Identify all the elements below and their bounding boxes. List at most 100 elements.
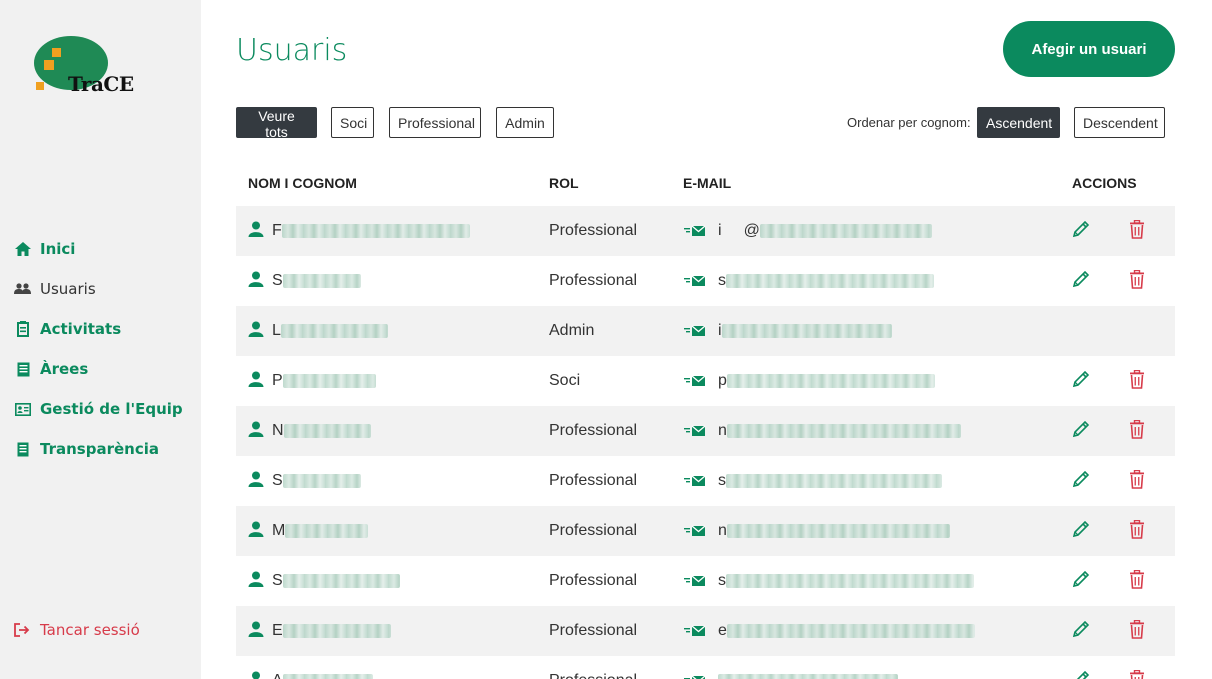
redacted-email: [726, 424, 961, 438]
table-row: S Professional s: [236, 256, 1175, 306]
user-name: S: [272, 572, 283, 589]
trace-logo[interactable]: TraCE: [30, 34, 134, 100]
user-email: p: [718, 372, 727, 389]
redacted-name: [282, 674, 373, 679]
add-user-button[interactable]: Afegir un usuari: [1003, 21, 1175, 77]
edit-button[interactable]: [1071, 556, 1091, 606]
column-header-role[interactable]: ROL: [549, 175, 579, 191]
table-row: L Admin i: [236, 306, 1175, 356]
user-icon: [248, 321, 264, 341]
user-role: Admin: [549, 322, 595, 339]
user-role: Professional: [549, 472, 638, 489]
filter-professional-button[interactable]: Professional: [389, 107, 481, 138]
user-role: Professional: [549, 272, 638, 289]
redacted-name: [283, 424, 371, 438]
user-role: Professional: [549, 622, 638, 639]
redacted-name: [282, 274, 361, 288]
user-icon: [248, 621, 264, 641]
sidebar-item-transparencia[interactable]: Transparència: [14, 429, 183, 469]
user-email-cell: s: [684, 256, 934, 306]
trash-icon: [1129, 669, 1145, 679]
logout-label: Tancar sessió: [40, 621, 140, 639]
table-row: F Professional i @: [236, 206, 1175, 256]
sidebar-item-label: Inici: [40, 240, 76, 258]
redacted-name: [285, 524, 369, 538]
redacted-email: [726, 474, 942, 488]
delete-button[interactable]: [1129, 506, 1145, 556]
sidebar: TraCE Inici Usuaris Activitats Àrees Ges…: [0, 0, 201, 679]
redacted-name: [281, 224, 470, 238]
edit-button[interactable]: [1071, 356, 1091, 406]
edit-button[interactable]: [1071, 206, 1091, 256]
user-name: A: [272, 672, 283, 679]
filter-all-button[interactable]: Veure tots: [236, 107, 317, 140]
user-name: F: [272, 222, 282, 239]
redacted-email: [726, 524, 950, 538]
edit-button[interactable]: [1071, 506, 1091, 556]
filter-admin-button[interactable]: Admin: [496, 107, 554, 138]
delete-button[interactable]: [1129, 656, 1145, 679]
sign-out-icon: [14, 623, 32, 637]
delete-button[interactable]: [1129, 406, 1145, 456]
user-email: i: [718, 222, 722, 239]
user-email: s: [718, 472, 726, 489]
user-role: Professional: [549, 656, 637, 679]
envelope-icon: [684, 572, 706, 591]
sidebar-item-label: Usuaris: [40, 280, 96, 298]
envelope-icon: [684, 272, 706, 291]
edit-button[interactable]: [1071, 606, 1091, 656]
list-icon: [14, 360, 32, 378]
redacted-name: [282, 624, 391, 638]
user-role: Professional: [549, 522, 638, 539]
delete-button[interactable]: [1129, 556, 1145, 606]
home-icon: [14, 240, 32, 258]
table-row: P Soci p: [236, 356, 1175, 406]
redacted-email: [721, 324, 892, 338]
delete-button[interactable]: [1129, 206, 1145, 256]
user-icon: [248, 671, 264, 679]
table-row: S Professional s: [236, 456, 1175, 506]
edit-button[interactable]: [1071, 256, 1091, 306]
redacted-email: [726, 574, 974, 588]
redacted-name: [280, 324, 388, 338]
edit-button[interactable]: [1071, 456, 1091, 506]
envelope-icon: [684, 222, 706, 241]
edit-button[interactable]: [1071, 656, 1091, 679]
redacted-email: [726, 624, 975, 638]
sidebar-nav: Inici Usuaris Activitats Àrees Gestió de…: [14, 229, 183, 469]
user-name-cell: M: [248, 506, 369, 556]
redacted-name: [282, 374, 376, 388]
envelope-icon: [684, 672, 706, 679]
activity-icon: [14, 320, 32, 338]
sidebar-item-label: Activitats: [40, 320, 122, 338]
user-icon: [248, 521, 264, 541]
column-header-email[interactable]: E-MAIL: [683, 175, 731, 191]
delete-button[interactable]: [1129, 356, 1145, 406]
column-header-name[interactable]: NOM I COGNOM: [248, 175, 357, 191]
sidebar-item-activitats[interactable]: Activitats: [14, 309, 183, 349]
pencil-icon: [1071, 569, 1091, 593]
user-icon: [248, 221, 264, 241]
user-name-cell: P: [248, 356, 376, 406]
sidebar-item-usuaris[interactable]: Usuaris: [14, 269, 183, 309]
user-email: e: [718, 622, 727, 639]
redacted-name: [282, 574, 400, 588]
delete-button[interactable]: [1129, 606, 1145, 656]
user-icon: [248, 371, 264, 391]
filter-soci-button[interactable]: Soci: [331, 107, 374, 138]
user-name-cell: F: [248, 206, 470, 256]
edit-button[interactable]: [1071, 406, 1091, 456]
sidebar-item-inici[interactable]: Inici: [14, 229, 183, 269]
delete-button[interactable]: [1129, 256, 1145, 306]
logo-square: [44, 60, 54, 70]
sidebar-item-arees[interactable]: Àrees: [14, 349, 183, 389]
delete-button[interactable]: [1129, 456, 1145, 506]
sidebar-item-label: Transparència: [40, 440, 159, 458]
table-row: N Professional n: [236, 406, 1175, 456]
user-name: M: [272, 522, 286, 539]
sort-descending-button[interactable]: Descendent: [1074, 107, 1165, 138]
user-name-cell: S: [248, 556, 400, 606]
logout-button[interactable]: Tancar sessió: [14, 610, 140, 650]
sort-ascending-button[interactable]: Ascendent: [977, 107, 1060, 138]
sidebar-item-gestio-equip[interactable]: Gestió de l'Equip: [14, 389, 183, 429]
